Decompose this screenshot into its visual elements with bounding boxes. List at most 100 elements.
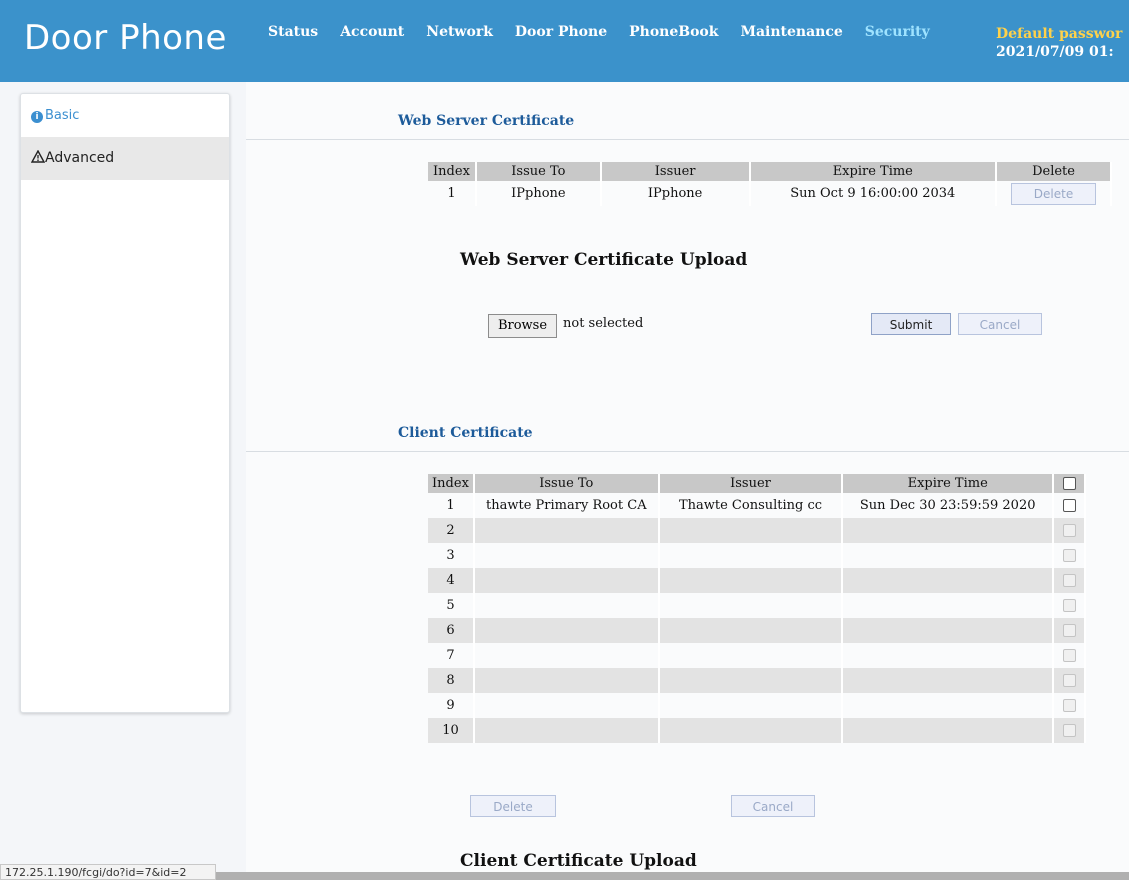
header-status: Default passwor 2021/07/09 01: (996, 25, 1122, 61)
nav-security[interactable]: Security (865, 24, 930, 40)
cell-index: 2 (428, 518, 475, 543)
row-checkbox (1062, 599, 1076, 612)
table-row: 9 (428, 693, 1086, 718)
sidebar-item-basic[interactable]: i Basic (21, 94, 229, 137)
table-row: 4 (428, 568, 1086, 593)
row-checkbox (1062, 699, 1076, 712)
file-status: not selected (563, 316, 644, 331)
cell-index: 1 (428, 493, 475, 518)
cell-issuer (658, 593, 844, 618)
client-cert-table: Index Issue To Issuer Expire Time 1 thaw… (428, 474, 1086, 743)
cell-index: 3 (428, 543, 475, 568)
main-nav: Status Account Network Door Phone PhoneB… (268, 24, 952, 40)
nav-phonebook[interactable]: PhoneBook (629, 24, 718, 40)
row-checkbox (1062, 524, 1076, 537)
cell-issue-to (473, 718, 660, 743)
cell-index: 4 (428, 568, 475, 593)
browse-button[interactable]: Browse (488, 314, 557, 338)
nav-door-phone[interactable]: Door Phone (515, 24, 607, 40)
cell-issuer (658, 718, 844, 743)
cell-expire-time: Sun Dec 30 23:59:59 2020 (842, 493, 1054, 518)
client-cert-title: Client Certificate (398, 425, 533, 441)
row-checkbox (1062, 724, 1076, 737)
table-row: 8 (428, 668, 1086, 693)
sidebar: i Basic Advanced (20, 93, 230, 713)
cell-issuer (658, 668, 844, 693)
col-select (1053, 474, 1086, 493)
info-circle-icon: i (31, 111, 43, 123)
cell-expire-time (842, 693, 1054, 718)
brand-title: Door Phone (24, 18, 227, 58)
cell-issue-to (473, 618, 660, 643)
table-row: 3 (428, 543, 1086, 568)
cell-issuer (658, 543, 844, 568)
cell-select (1053, 593, 1086, 618)
cell-issue-to (473, 568, 660, 593)
cell-issue-to (473, 593, 660, 618)
cell-expire-time (842, 543, 1054, 568)
web-server-cert-table: Index Issue To Issuer Expire Time Delete… (428, 162, 1112, 206)
horizontal-scrollbar[interactable] (216, 872, 1129, 880)
cell-index: 8 (428, 668, 475, 693)
cell-issuer (658, 693, 844, 718)
table-row: 10 (428, 718, 1086, 743)
cell-issue-to (473, 543, 660, 568)
cell-select (1053, 493, 1086, 518)
cell-index: 7 (428, 643, 475, 668)
default-password-warning[interactable]: Default passwor (996, 25, 1122, 43)
table-row: 6 (428, 618, 1086, 643)
cell-select (1053, 718, 1086, 743)
col-issue-to: Issue To (475, 162, 602, 181)
client-delete-button[interactable]: Delete (470, 795, 556, 817)
col-index: Index (428, 162, 477, 181)
table-row: 7 (428, 643, 1086, 668)
cell-delete: Delete (996, 181, 1112, 206)
cell-expire-time (842, 718, 1054, 743)
row-checkbox (1062, 549, 1076, 562)
cell-select (1053, 693, 1086, 718)
cell-issue-to (473, 693, 660, 718)
cell-select (1053, 518, 1086, 543)
col-issue-to: Issue To (473, 474, 660, 493)
col-issuer: Issuer (658, 474, 844, 493)
client-cancel-button[interactable]: Cancel (731, 795, 815, 817)
nav-status[interactable]: Status (268, 24, 318, 40)
col-expire-time: Expire Time (749, 162, 998, 181)
col-expire-time: Expire Time (842, 474, 1054, 493)
cell-issuer (658, 518, 844, 543)
cell-index: 6 (428, 618, 475, 643)
cell-expire-time (842, 618, 1054, 643)
web-server-upload-title: Web Server Certificate Upload (460, 250, 748, 270)
nav-network[interactable]: Network (426, 24, 493, 40)
cell-expire-time (842, 568, 1054, 593)
section-divider (246, 139, 1129, 140)
table-row: 5 (428, 593, 1086, 618)
web-server-cert-title: Web Server Certificate (398, 113, 575, 129)
cell-issue-to (473, 643, 660, 668)
select-all-checkbox[interactable] (1062, 477, 1076, 490)
table-header-row: Index Issue To Issuer Expire Time (428, 474, 1086, 493)
client-upload-title: Client Certificate Upload (460, 851, 697, 871)
submit-button[interactable]: Submit (871, 313, 951, 335)
nav-account[interactable]: Account (340, 24, 404, 40)
col-issuer: Issuer (600, 162, 751, 181)
warning-triangle-icon (30, 149, 46, 163)
cell-issue-to (473, 668, 660, 693)
sidebar-item-advanced[interactable]: Advanced (21, 137, 229, 180)
cell-issue-to (473, 518, 660, 543)
cell-issue-to: thawte Primary Root CA (473, 493, 660, 518)
cancel-upload-button[interactable]: Cancel (958, 313, 1042, 335)
cell-expire-time (842, 593, 1054, 618)
row-checkbox (1062, 624, 1076, 637)
sidebar-item-label: Basic (45, 108, 80, 123)
table-row: 2 (428, 518, 1086, 543)
cell-select (1053, 643, 1086, 668)
nav-maintenance[interactable]: Maintenance (740, 24, 842, 40)
row-checkbox[interactable] (1062, 499, 1076, 512)
cell-expire-time (842, 668, 1054, 693)
cell-issuer (658, 618, 844, 643)
cell-issue-to: IPphone (475, 181, 602, 206)
top-header: Door Phone Status Account Network Door P… (0, 0, 1129, 82)
cell-issuer: IPphone (600, 181, 751, 206)
delete-cert-button[interactable]: Delete (1011, 182, 1097, 205)
